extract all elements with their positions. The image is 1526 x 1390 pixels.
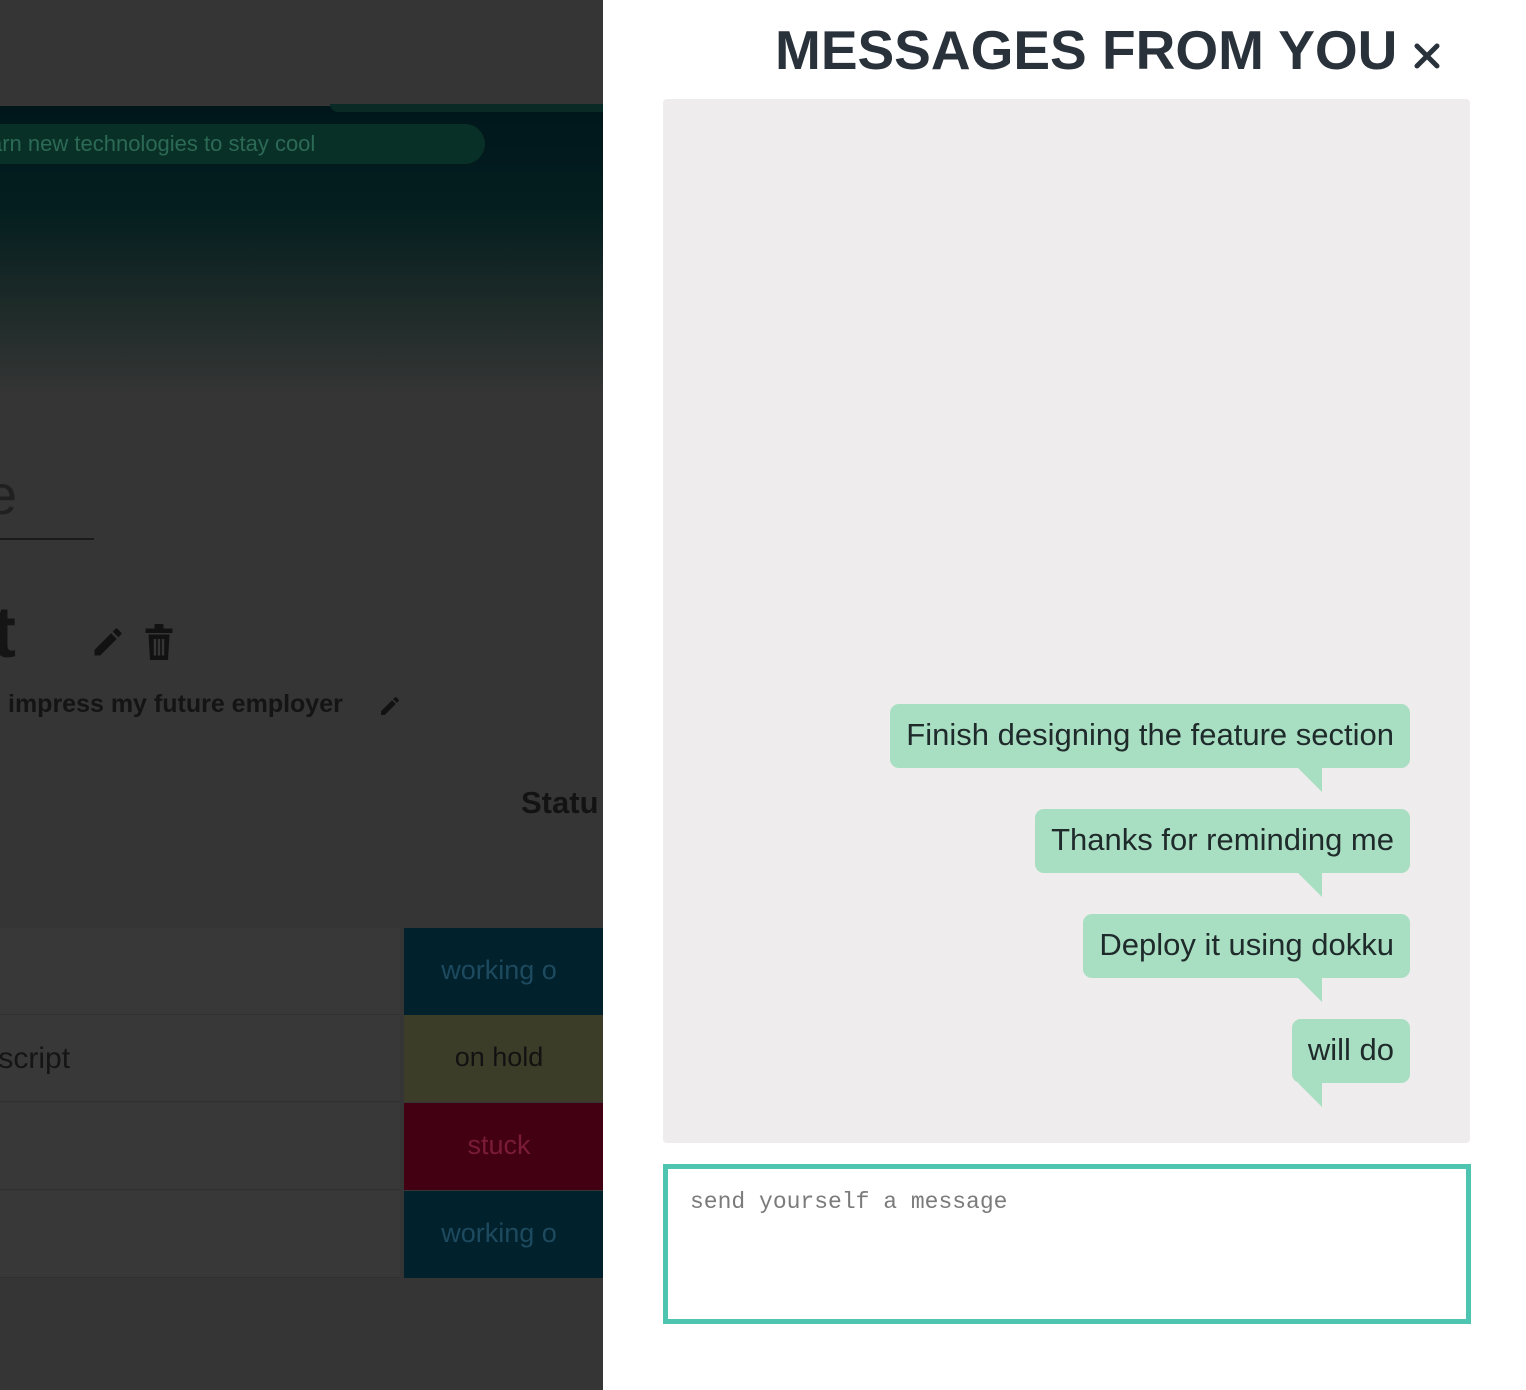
section-underline <box>0 538 94 540</box>
panel-title: MESSAGES FROM YOU <box>775 19 1398 81</box>
message-bubble: Thanks for reminding me <box>1035 809 1410 897</box>
close-icon[interactable] <box>1407 36 1447 76</box>
section-heading: e <box>0 463 18 526</box>
task-name <box>0 1191 400 1278</box>
task-row[interactable]: working o <box>0 928 603 1015</box>
trash-icon[interactable] <box>144 624 174 660</box>
message-bubble: will do <box>1291 1019 1410 1107</box>
bubble-tail <box>1298 768 1322 792</box>
task-name: avascript <box>0 1015 400 1102</box>
bubble-tail <box>1298 873 1322 897</box>
status-badge[interactable]: on hold <box>404 1015 603 1102</box>
project-title: ct <box>0 593 17 673</box>
messages-panel: MESSAGES FROM YOU Finish designing the f… <box>603 0 1526 1390</box>
message-text: will do <box>1307 1032 1394 1067</box>
hero-tab-edge <box>330 104 603 112</box>
message-text: Finish designing the feature section <box>906 717 1394 752</box>
message-text: Thanks for reminding me <box>1051 822 1394 857</box>
background-page: arn new technologies to stay cool e ct i… <box>0 0 603 1390</box>
goal-pill: arn new technologies to stay cool <box>0 124 485 164</box>
task-name <box>0 928 400 1015</box>
message-text: Deploy it using dokku <box>1099 927 1394 962</box>
bubble-tail <box>1298 1083 1322 1107</box>
status-badge[interactable]: stuck <box>404 1103 603 1190</box>
status-badge[interactable]: working o <box>404 1191 603 1278</box>
message-input[interactable] <box>663 1164 1471 1324</box>
task-row[interactable]: working o <box>0 1191 603 1278</box>
bubble-tail <box>1298 978 1322 1002</box>
task-row[interactable]: es stuck <box>0 1103 603 1190</box>
status-badge[interactable]: working o <box>404 928 603 1015</box>
message-bubble: Deploy it using dokku <box>1083 914 1410 1002</box>
message-bubble: Finish designing the feature section <box>890 704 1410 792</box>
message-thread[interactable]: Finish designing the feature section Tha… <box>663 99 1470 1143</box>
task-row[interactable]: avascript on hold <box>0 1015 603 1102</box>
task-name: es <box>0 1103 400 1190</box>
pencil-icon[interactable] <box>378 694 402 718</box>
status-column-header: Statu <box>521 785 599 820</box>
pencil-icon[interactable] <box>90 624 126 660</box>
project-description: impress my future employer <box>8 690 343 718</box>
